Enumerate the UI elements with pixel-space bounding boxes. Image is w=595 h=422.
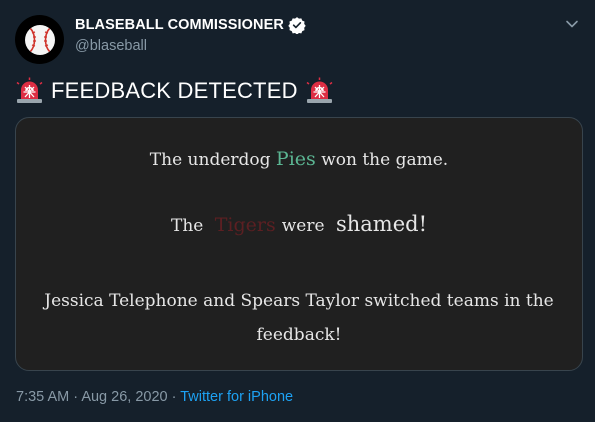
meta-separator: · xyxy=(73,389,79,405)
feedback-image-card[interactable]: The underdog Pies won the game. The Tige… xyxy=(15,117,583,371)
author-name-row: BLASEBALL COMMISSIONER xyxy=(75,16,306,34)
author-block[interactable]: BLASEBALL COMMISSIONER @blaseball xyxy=(75,16,306,54)
meta-separator: · xyxy=(171,389,177,405)
rotating-light-icon xyxy=(306,77,333,103)
chevron-down-icon[interactable] xyxy=(565,17,579,31)
tweet-time[interactable]: 7:35 AM xyxy=(16,389,69,405)
shame-line: The Tigers were shamed! xyxy=(16,212,582,236)
avatar[interactable] xyxy=(15,15,64,64)
team-tigers: Tigers xyxy=(214,214,276,236)
rotating-light-icon xyxy=(16,77,43,103)
line2-before: The xyxy=(170,216,204,236)
author-name[interactable]: BLASEBALL COMMISSIONER xyxy=(75,17,284,33)
tweet-text-content: FEEDBACK DETECTED xyxy=(51,77,298,103)
line1-after: won the game. xyxy=(321,150,449,170)
author-handle[interactable]: @blaseball xyxy=(75,38,306,54)
tweet-meta: 7:35 AM · Aug 26, 2020 · Twitter for iPh… xyxy=(16,389,293,405)
game-result-line: The underdog Pies won the game. xyxy=(16,148,582,170)
line1-before: The underdog xyxy=(149,150,271,170)
tweet: BLASEBALL COMMISSIONER @blaseball FEEDBA… xyxy=(0,0,595,422)
line2-after: shamed! xyxy=(335,212,428,236)
line2-middle: were xyxy=(281,216,325,236)
tweet-date[interactable]: Aug 26, 2020 xyxy=(81,389,167,405)
verified-badge-icon xyxy=(288,17,306,34)
team-pies: Pies xyxy=(275,148,316,170)
baseball-icon xyxy=(24,24,55,55)
tweet-source-link[interactable]: Twitter for iPhone xyxy=(180,389,293,405)
tweet-text: FEEDBACK DETECTED xyxy=(16,77,333,104)
feedback-line: Jessica Telephone and Spears Taylor swit… xyxy=(44,291,554,345)
